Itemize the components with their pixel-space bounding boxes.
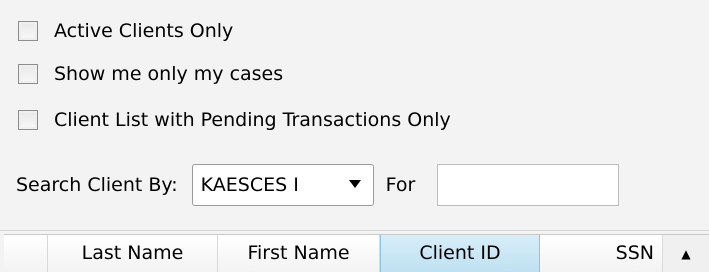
active-clients-filter[interactable]: Active Clients Only bbox=[18, 16, 233, 46]
for-label: For bbox=[385, 173, 416, 196]
last-name-column-header[interactable]: Last Name bbox=[48, 235, 218, 272]
my-cases-filter[interactable]: Show me only my cases bbox=[18, 59, 283, 89]
search-client-label: Search Client By: bbox=[16, 173, 178, 196]
client-search-panel: Active Clients Only Show me only my case… bbox=[0, 0, 709, 272]
active-clients-checkbox[interactable] bbox=[18, 21, 38, 41]
pending-transactions-filter[interactable]: Client List with Pending Transactions On… bbox=[18, 105, 451, 135]
pending-transactions-label: Client List with Pending Transactions On… bbox=[54, 108, 451, 131]
pending-transactions-checkbox[interactable] bbox=[18, 110, 38, 130]
ssn-column-header[interactable]: SSN bbox=[540, 235, 662, 272]
search-value-input[interactable] bbox=[437, 164, 620, 206]
first-name-column-header[interactable]: First Name bbox=[218, 235, 380, 272]
search-client-row: Search Client By: KAESCES I For bbox=[16, 164, 620, 206]
search-by-dropdown[interactable]: KAESCES I bbox=[191, 164, 374, 206]
my-cases-label: Show me only my cases bbox=[54, 62, 284, 85]
scroll-up-icon[interactable]: ▲ bbox=[662, 235, 709, 272]
section-divider bbox=[0, 230, 709, 231]
client-grid-header: Last Name First Name Client ID SSN ▲ bbox=[4, 234, 709, 272]
row-selector-header[interactable] bbox=[4, 235, 48, 272]
client-id-column-header[interactable]: Client ID bbox=[380, 235, 540, 272]
active-clients-label: Active Clients Only bbox=[54, 19, 234, 42]
search-by-selected-value: KAESCES I bbox=[200, 175, 299, 195]
chevron-down-icon[interactable] bbox=[348, 180, 361, 188]
my-cases-checkbox[interactable] bbox=[18, 64, 38, 84]
